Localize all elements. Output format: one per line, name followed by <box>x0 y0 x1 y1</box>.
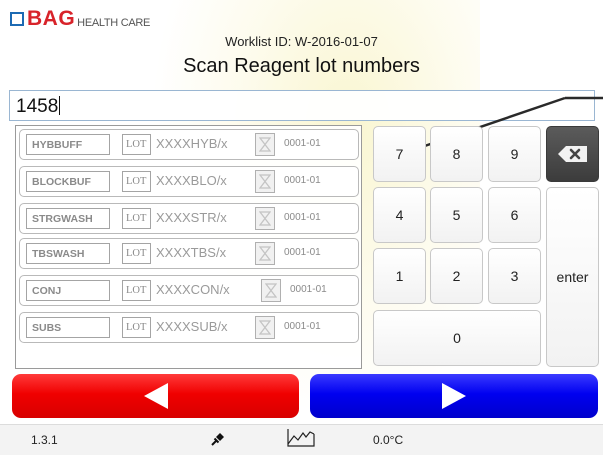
backspace-button[interactable] <box>546 126 599 182</box>
keypad-4[interactable]: 4 <box>373 187 426 243</box>
keypad-5[interactable]: 5 <box>430 187 483 243</box>
hourglass-icon <box>261 279 281 302</box>
logo-subtitle: HEALTH CARE <box>77 17 151 29</box>
hourglass-icon <box>255 207 275 230</box>
expiry-date: 0001-01 <box>284 175 321 186</box>
version-label: 1.3.1 <box>31 433 58 447</box>
lot-number: XXXXSUB/x <box>156 319 228 334</box>
reagent-row-tbswash[interactable]: TBSWASH LOT XXXXTBS/x 0001-01 <box>19 238 359 269</box>
lot-number: XXXXTBS/x <box>156 245 227 260</box>
lot-tag: LOT <box>122 134 151 155</box>
reagent-row-subs[interactable]: SUBS LOT XXXXSUB/x 0001-01 <box>19 312 359 343</box>
keypad-9[interactable]: 9 <box>488 126 541 182</box>
lot-tag: LOT <box>122 208 151 229</box>
keypad-6[interactable]: 6 <box>488 187 541 243</box>
scan-input-value: 1458 <box>16 96 59 117</box>
temperature-readout: 0.0°C <box>373 433 404 447</box>
reagent-name: STRGWASH <box>26 208 110 229</box>
chart-icon <box>287 429 315 447</box>
keypad-0[interactable]: 0 <box>373 310 541 366</box>
pin-icon <box>211 433 224 446</box>
lot-tag: LOT <box>122 171 151 192</box>
reagent-name: BLOCKBUF <box>26 171 110 192</box>
reagent-name: HYBBUFF <box>26 134 110 155</box>
keypad-2[interactable]: 2 <box>430 248 483 304</box>
arrow-left-icon <box>143 383 168 409</box>
back-button[interactable] <box>12 374 299 418</box>
logo-brand: BAG <box>27 7 76 30</box>
lot-tag: LOT <box>122 243 151 264</box>
keypad-8[interactable]: 8 <box>430 126 483 182</box>
text-cursor <box>59 96 61 115</box>
logo-square-icon <box>10 12 24 26</box>
company-logo: BAG HEALTH CARE <box>10 7 151 30</box>
expiry-date: 0001-01 <box>284 247 321 258</box>
reagent-list: HYBBUFF LOT XXXXHYB/x 0001-01 BLOCKBUF L… <box>15 125 362 369</box>
page-title: Scan Reagent lot numbers <box>183 55 420 77</box>
backspace-icon <box>557 146 587 162</box>
keypad-7[interactable]: 7 <box>373 126 426 182</box>
lot-tag: LOT <box>122 280 151 301</box>
expiry-date: 0001-01 <box>284 212 321 223</box>
lot-tag: LOT <box>122 317 151 338</box>
hourglass-icon <box>255 242 275 265</box>
status-bar: 1.3.1 0.0°C <box>0 424 603 455</box>
reagent-row-strgwash[interactable]: STRGWASH LOT XXXXSTR/x 0001-01 <box>19 203 359 234</box>
keypad-3[interactable]: 3 <box>488 248 541 304</box>
lot-number: XXXXCON/x <box>156 282 230 297</box>
keypad-1[interactable]: 1 <box>373 248 426 304</box>
expiry-date: 0001-01 <box>284 321 321 332</box>
lot-number: XXXXBLO/x <box>156 173 227 188</box>
scan-input[interactable]: 1458 <box>9 90 595 121</box>
next-button[interactable] <box>310 374 598 418</box>
expiry-date: 0001-01 <box>290 284 327 295</box>
hourglass-icon <box>255 170 275 193</box>
reagent-row-hybbuff[interactable]: HYBBUFF LOT XXXXHYB/x 0001-01 <box>19 129 359 160</box>
reagent-row-conj[interactable]: CONJ LOT XXXXCON/x 0001-01 <box>19 275 359 306</box>
enter-button[interactable]: enter <box>546 187 599 367</box>
lot-number: XXXXHYB/x <box>156 136 228 151</box>
reagent-name: CONJ <box>26 280 110 301</box>
hourglass-icon <box>255 133 275 156</box>
reagent-name: SUBS <box>26 317 110 338</box>
reagent-name: TBSWASH <box>26 243 110 264</box>
expiry-date: 0001-01 <box>284 138 321 149</box>
worklist-id: Worklist ID: W-2016-01-07 <box>225 34 378 49</box>
reagent-row-blockbuf[interactable]: BLOCKBUF LOT XXXXBLO/x 0001-01 <box>19 166 359 197</box>
arrow-right-icon <box>442 383 466 409</box>
hourglass-icon <box>255 316 275 339</box>
lot-number: XXXXSTR/x <box>156 210 227 225</box>
